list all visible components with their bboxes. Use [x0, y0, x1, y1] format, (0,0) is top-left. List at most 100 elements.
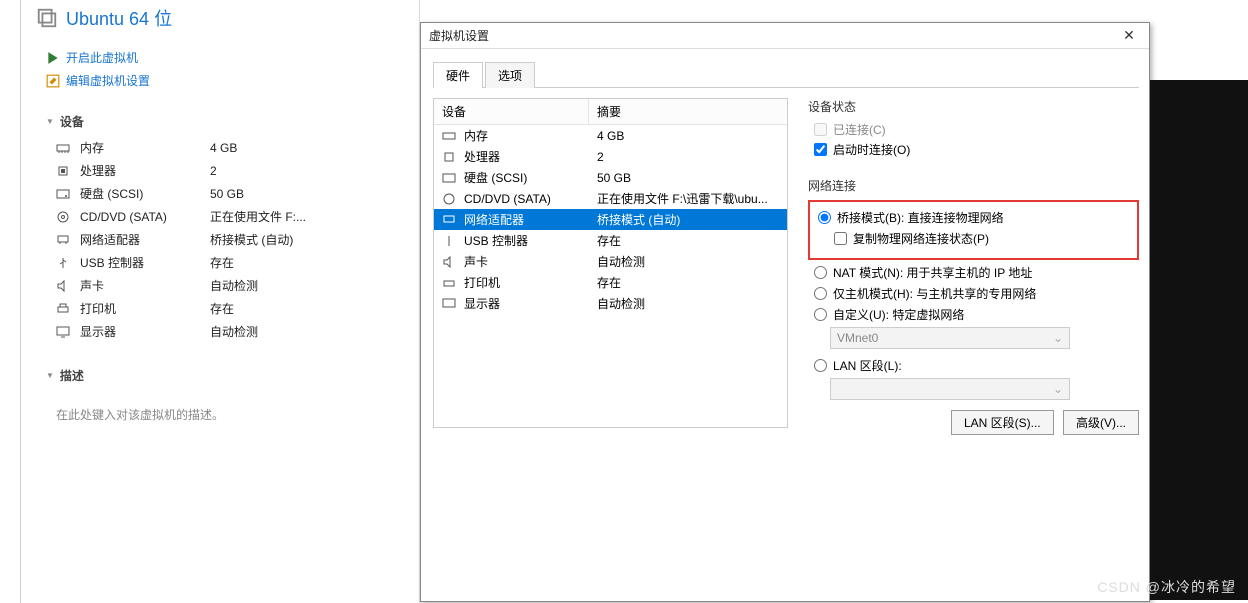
device-value: 2: [210, 164, 217, 178]
memory-icon: [442, 130, 458, 142]
vm-title-row: Ubuntu 64 位: [26, 0, 419, 36]
table-row[interactable]: 内存4 GB: [434, 125, 787, 146]
device-row[interactable]: 打印机存在: [56, 297, 399, 320]
table-row[interactable]: CD/DVD (SATA) 正在使用文件 F:\迅雷下载\ubu...: [434, 188, 787, 209]
device-table: 设备 摘要 内存4 GB 处理器 2 硬盘 (SCSI)50 GB CD/DVD …: [433, 98, 788, 428]
device-row[interactable]: 处理器2: [56, 159, 399, 182]
radio-bridge[interactable]: 桥接模式(B): 直接连接物理网络: [818, 209, 1131, 226]
device-row[interactable]: 网络适配器桥接模式 (自动): [56, 228, 399, 251]
lan-segments-button[interactable]: LAN 区段(S)...: [951, 410, 1054, 435]
radio-custom[interactable]: 自定义(U): 特定虚拟网络: [814, 306, 1139, 323]
device-label: 处理器: [80, 162, 210, 179]
col-device: 设备: [434, 99, 589, 124]
table-row[interactable]: USB 控制器存在: [434, 230, 787, 251]
close-icon[interactable]: ✕: [1117, 27, 1141, 44]
power-on-vm[interactable]: 开启此虚拟机: [46, 46, 399, 69]
usb-icon: [56, 257, 74, 269]
edit-label: 编辑虚拟机设置: [66, 72, 150, 89]
cell: 内存: [464, 127, 488, 144]
cell: 50 GB: [589, 171, 787, 185]
cell: 处理器: [464, 148, 500, 165]
vm-settings-dialog: 虚拟机设置 ✕ 硬件 选项 设备 摘要 内存4 GB 处理器2 硬盘 (SCSI…: [420, 22, 1150, 602]
advanced-button[interactable]: 高级(V)...: [1063, 410, 1139, 435]
sound-icon: [56, 280, 74, 292]
cell: 网络适配器: [464, 211, 524, 228]
cell: 声卡: [464, 253, 488, 270]
device-row[interactable]: CD/DVD (SATA)正在使用文件 F:...: [56, 205, 399, 228]
display-icon: [442, 298, 458, 310]
edit-icon: [46, 74, 60, 88]
description-section-header[interactable]: 描述: [46, 367, 399, 384]
usb-icon: [442, 235, 458, 247]
chk-label: 复制物理网络连接状态(P): [853, 230, 989, 247]
radio-lan[interactable]: LAN 区段(L):: [814, 357, 1139, 374]
device-row[interactable]: 声卡自动检测: [56, 274, 399, 297]
table-row-selected[interactable]: 网络适配器桥接模式 (自动): [434, 209, 787, 230]
cell: 正在使用文件 F:\迅雷下载\ubu...: [589, 190, 787, 207]
device-row[interactable]: 内存4 GB: [56, 136, 399, 159]
play-icon: [46, 51, 60, 65]
disk-icon: [442, 172, 458, 184]
device-label: CD/DVD (SATA): [80, 210, 210, 224]
cell: CD/DVD (SATA): [464, 192, 551, 206]
description-placeholder[interactable]: 在此处键入对该虚拟机的描述。: [26, 398, 419, 431]
network-title: 网络连接: [808, 177, 1139, 194]
cell: 存在: [589, 232, 787, 249]
table-row[interactable]: 处理器 2: [434, 146, 787, 167]
device-label: 内存: [80, 139, 210, 156]
radio-label: LAN 区段(L):: [833, 357, 902, 374]
cell: 自动检测: [589, 253, 787, 270]
radio-label: 桥接模式(B): 直接连接物理网络: [837, 209, 1004, 226]
display-icon: [56, 326, 74, 338]
device-label: USB 控制器: [80, 254, 210, 271]
cell: 自动检测: [589, 295, 787, 312]
radio-label: 自定义(U): 特定虚拟网络: [833, 306, 964, 323]
radio-nat[interactable]: NAT 模式(N): 用于共享主机的 IP 地址: [814, 264, 1139, 281]
device-row[interactable]: 显示器自动检测: [56, 320, 399, 343]
radio-label: 仅主机模式(H): 与主机共享的专用网络: [833, 285, 1036, 302]
sound-icon: [442, 256, 458, 268]
printer-icon: [442, 277, 458, 289]
col-summary: 摘要: [589, 99, 787, 124]
cpu-icon: [56, 165, 74, 177]
device-label: 显示器: [80, 323, 210, 340]
select-value: VMnet0: [837, 331, 878, 345]
vm-icon: [36, 7, 58, 29]
cell: 2: [589, 150, 787, 164]
devices-section-header[interactable]: 设备: [46, 113, 399, 130]
network-icon: [442, 214, 458, 226]
device-state-title: 设备状态: [808, 98, 1139, 115]
device-label: 声卡: [80, 277, 210, 294]
network-icon: [56, 234, 74, 246]
radio-hostonly[interactable]: 仅主机模式(H): 与主机共享的专用网络: [814, 285, 1139, 302]
memory-icon: [56, 142, 74, 154]
cpu-icon: [442, 151, 458, 163]
device-value: 50 GB: [210, 187, 244, 201]
cell: 存在: [589, 274, 787, 291]
edit-vm-settings[interactable]: 编辑虚拟机设置: [46, 69, 399, 92]
device-value: 存在: [210, 300, 234, 317]
device-value: 4 GB: [210, 141, 237, 155]
highlight-box: 桥接模式(B): 直接连接物理网络 复制物理网络连接状态(P): [808, 200, 1139, 260]
device-row[interactable]: 硬盘 (SCSI)50 GB: [56, 182, 399, 205]
table-row[interactable]: 声卡 自动检测: [434, 251, 787, 272]
device-label: 打印机: [80, 300, 210, 317]
tab-options[interactable]: 选项: [485, 62, 535, 88]
vm-name: Ubuntu 64 位: [66, 5, 172, 31]
device-value: 自动检测: [210, 277, 258, 294]
connected-checkbox[interactable]: 已连接(C): [814, 121, 1139, 138]
vmnet-select: VMnet0: [830, 327, 1070, 349]
preview-area: [1150, 80, 1248, 600]
table-row[interactable]: 显示器自动检测: [434, 293, 787, 314]
device-label: 硬盘 (SCSI): [80, 185, 210, 202]
table-row[interactable]: 硬盘 (SCSI)50 GB: [434, 167, 787, 188]
watermark: CSDN @冰冷的希望: [1097, 577, 1236, 597]
device-value: 桥接模式 (自动): [210, 231, 293, 248]
device-value: 存在: [210, 254, 234, 271]
device-value: 正在使用文件 F:...: [210, 208, 306, 225]
connect-on-start-checkbox[interactable]: 启动时连接(O): [814, 141, 1139, 158]
tab-hardware[interactable]: 硬件: [433, 62, 483, 88]
table-row[interactable]: 打印机存在: [434, 272, 787, 293]
device-row[interactable]: USB 控制器存在: [56, 251, 399, 274]
replicate-checkbox[interactable]: 复制物理网络连接状态(P): [834, 230, 1131, 247]
